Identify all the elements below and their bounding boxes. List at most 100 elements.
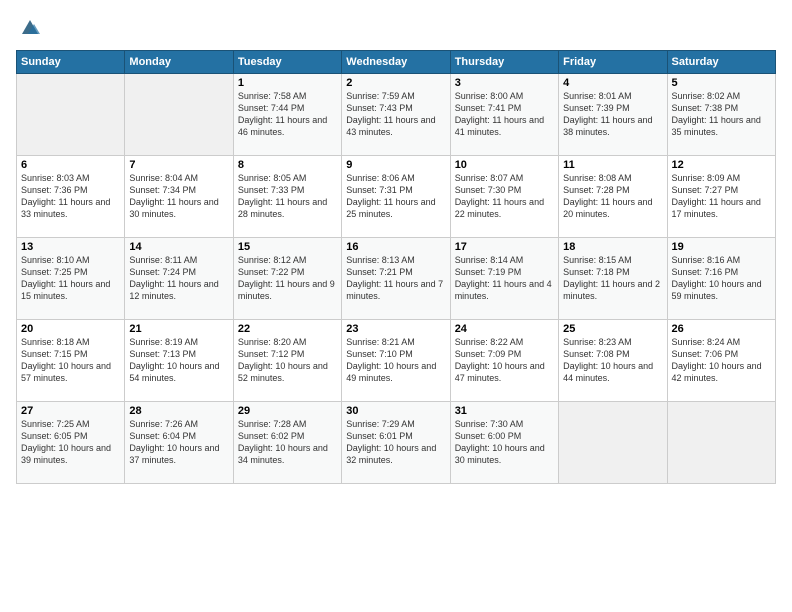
day-info: Sunrise: 7:26 AM Sunset: 6:04 PM Dayligh… [129, 418, 228, 467]
day-number: 16 [346, 241, 445, 253]
day-cell: 6Sunrise: 8:03 AM Sunset: 7:36 PM Daylig… [17, 156, 125, 238]
day-info: Sunrise: 8:06 AM Sunset: 7:31 PM Dayligh… [346, 172, 445, 221]
day-cell: 30Sunrise: 7:29 AM Sunset: 6:01 PM Dayli… [342, 402, 450, 484]
header-cell-sunday: Sunday [17, 51, 125, 74]
day-number: 9 [346, 159, 445, 171]
day-info: Sunrise: 7:25 AM Sunset: 6:05 PM Dayligh… [21, 418, 120, 467]
day-number: 4 [563, 77, 662, 89]
day-cell: 21Sunrise: 8:19 AM Sunset: 7:13 PM Dayli… [125, 320, 233, 402]
day-info: Sunrise: 7:30 AM Sunset: 6:00 PM Dayligh… [455, 418, 554, 467]
day-number: 25 [563, 323, 662, 335]
day-info: Sunrise: 8:04 AM Sunset: 7:34 PM Dayligh… [129, 172, 228, 221]
header-row: SundayMondayTuesdayWednesdayThursdayFrid… [17, 51, 776, 74]
day-number: 7 [129, 159, 228, 171]
day-number: 15 [238, 241, 337, 253]
day-number: 27 [21, 405, 120, 417]
day-cell: 20Sunrise: 8:18 AM Sunset: 7:15 PM Dayli… [17, 320, 125, 402]
logo [16, 16, 42, 40]
day-info: Sunrise: 8:16 AM Sunset: 7:16 PM Dayligh… [672, 254, 771, 303]
day-cell [559, 402, 667, 484]
day-info: Sunrise: 8:20 AM Sunset: 7:12 PM Dayligh… [238, 336, 337, 385]
calendar-header: SundayMondayTuesdayWednesdayThursdayFrid… [17, 51, 776, 74]
day-cell: 5Sunrise: 8:02 AM Sunset: 7:38 PM Daylig… [667, 74, 775, 156]
day-cell: 24Sunrise: 8:22 AM Sunset: 7:09 PM Dayli… [450, 320, 558, 402]
day-info: Sunrise: 8:02 AM Sunset: 7:38 PM Dayligh… [672, 90, 771, 139]
day-cell: 8Sunrise: 8:05 AM Sunset: 7:33 PM Daylig… [233, 156, 341, 238]
header-cell-thursday: Thursday [450, 51, 558, 74]
day-number: 3 [455, 77, 554, 89]
week-row-1: 1Sunrise: 7:58 AM Sunset: 7:44 PM Daylig… [17, 74, 776, 156]
day-number: 30 [346, 405, 445, 417]
day-info: Sunrise: 8:15 AM Sunset: 7:18 PM Dayligh… [563, 254, 662, 303]
day-number: 24 [455, 323, 554, 335]
day-cell: 1Sunrise: 7:58 AM Sunset: 7:44 PM Daylig… [233, 74, 341, 156]
day-info: Sunrise: 8:18 AM Sunset: 7:15 PM Dayligh… [21, 336, 120, 385]
day-number: 2 [346, 77, 445, 89]
header-cell-monday: Monday [125, 51, 233, 74]
day-cell: 9Sunrise: 8:06 AM Sunset: 7:31 PM Daylig… [342, 156, 450, 238]
week-row-3: 13Sunrise: 8:10 AM Sunset: 7:25 PM Dayli… [17, 238, 776, 320]
day-info: Sunrise: 8:14 AM Sunset: 7:19 PM Dayligh… [455, 254, 554, 303]
week-row-5: 27Sunrise: 7:25 AM Sunset: 6:05 PM Dayli… [17, 402, 776, 484]
calendar-table: SundayMondayTuesdayWednesdayThursdayFrid… [16, 50, 776, 484]
day-cell: 15Sunrise: 8:12 AM Sunset: 7:22 PM Dayli… [233, 238, 341, 320]
day-cell: 18Sunrise: 8:15 AM Sunset: 7:18 PM Dayli… [559, 238, 667, 320]
week-row-4: 20Sunrise: 8:18 AM Sunset: 7:15 PM Dayli… [17, 320, 776, 402]
day-number: 13 [21, 241, 120, 253]
day-number: 17 [455, 241, 554, 253]
day-cell: 23Sunrise: 8:21 AM Sunset: 7:10 PM Dayli… [342, 320, 450, 402]
day-info: Sunrise: 8:22 AM Sunset: 7:09 PM Dayligh… [455, 336, 554, 385]
day-number: 18 [563, 241, 662, 253]
day-cell: 27Sunrise: 7:25 AM Sunset: 6:05 PM Dayli… [17, 402, 125, 484]
day-cell: 7Sunrise: 8:04 AM Sunset: 7:34 PM Daylig… [125, 156, 233, 238]
day-info: Sunrise: 8:00 AM Sunset: 7:41 PM Dayligh… [455, 90, 554, 139]
day-cell: 11Sunrise: 8:08 AM Sunset: 7:28 PM Dayli… [559, 156, 667, 238]
day-number: 6 [21, 159, 120, 171]
day-info: Sunrise: 7:58 AM Sunset: 7:44 PM Dayligh… [238, 90, 337, 139]
day-info: Sunrise: 8:05 AM Sunset: 7:33 PM Dayligh… [238, 172, 337, 221]
day-info: Sunrise: 8:07 AM Sunset: 7:30 PM Dayligh… [455, 172, 554, 221]
day-info: Sunrise: 8:23 AM Sunset: 7:08 PM Dayligh… [563, 336, 662, 385]
day-info: Sunrise: 8:11 AM Sunset: 7:24 PM Dayligh… [129, 254, 228, 303]
day-info: Sunrise: 8:24 AM Sunset: 7:06 PM Dayligh… [672, 336, 771, 385]
page-container: SundayMondayTuesdayWednesdayThursdayFrid… [0, 0, 792, 494]
day-info: Sunrise: 8:13 AM Sunset: 7:21 PM Dayligh… [346, 254, 445, 303]
day-info: Sunrise: 8:09 AM Sunset: 7:27 PM Dayligh… [672, 172, 771, 221]
day-cell [125, 74, 233, 156]
day-number: 12 [672, 159, 771, 171]
calendar-body: 1Sunrise: 7:58 AM Sunset: 7:44 PM Daylig… [17, 74, 776, 484]
day-number: 19 [672, 241, 771, 253]
day-cell: 31Sunrise: 7:30 AM Sunset: 6:00 PM Dayli… [450, 402, 558, 484]
day-cell: 29Sunrise: 7:28 AM Sunset: 6:02 PM Dayli… [233, 402, 341, 484]
day-info: Sunrise: 8:08 AM Sunset: 7:28 PM Dayligh… [563, 172, 662, 221]
day-number: 23 [346, 323, 445, 335]
day-cell: 26Sunrise: 8:24 AM Sunset: 7:06 PM Dayli… [667, 320, 775, 402]
day-cell: 16Sunrise: 8:13 AM Sunset: 7:21 PM Dayli… [342, 238, 450, 320]
day-info: Sunrise: 7:28 AM Sunset: 6:02 PM Dayligh… [238, 418, 337, 467]
day-number: 8 [238, 159, 337, 171]
day-cell: 10Sunrise: 8:07 AM Sunset: 7:30 PM Dayli… [450, 156, 558, 238]
day-info: Sunrise: 8:12 AM Sunset: 7:22 PM Dayligh… [238, 254, 337, 303]
day-cell [17, 74, 125, 156]
day-number: 11 [563, 159, 662, 171]
day-number: 5 [672, 77, 771, 89]
day-info: Sunrise: 8:01 AM Sunset: 7:39 PM Dayligh… [563, 90, 662, 139]
day-cell: 2Sunrise: 7:59 AM Sunset: 7:43 PM Daylig… [342, 74, 450, 156]
day-cell: 4Sunrise: 8:01 AM Sunset: 7:39 PM Daylig… [559, 74, 667, 156]
day-number: 29 [238, 405, 337, 417]
week-row-2: 6Sunrise: 8:03 AM Sunset: 7:36 PM Daylig… [17, 156, 776, 238]
day-number: 14 [129, 241, 228, 253]
logo-icon [18, 16, 42, 40]
day-cell: 28Sunrise: 7:26 AM Sunset: 6:04 PM Dayli… [125, 402, 233, 484]
header-cell-saturday: Saturday [667, 51, 775, 74]
day-cell: 25Sunrise: 8:23 AM Sunset: 7:08 PM Dayli… [559, 320, 667, 402]
day-number: 26 [672, 323, 771, 335]
day-number: 10 [455, 159, 554, 171]
day-number: 21 [129, 323, 228, 335]
header-cell-tuesday: Tuesday [233, 51, 341, 74]
header-cell-wednesday: Wednesday [342, 51, 450, 74]
day-info: Sunrise: 8:19 AM Sunset: 7:13 PM Dayligh… [129, 336, 228, 385]
day-info: Sunrise: 7:59 AM Sunset: 7:43 PM Dayligh… [346, 90, 445, 139]
day-cell: 17Sunrise: 8:14 AM Sunset: 7:19 PM Dayli… [450, 238, 558, 320]
day-cell [667, 402, 775, 484]
